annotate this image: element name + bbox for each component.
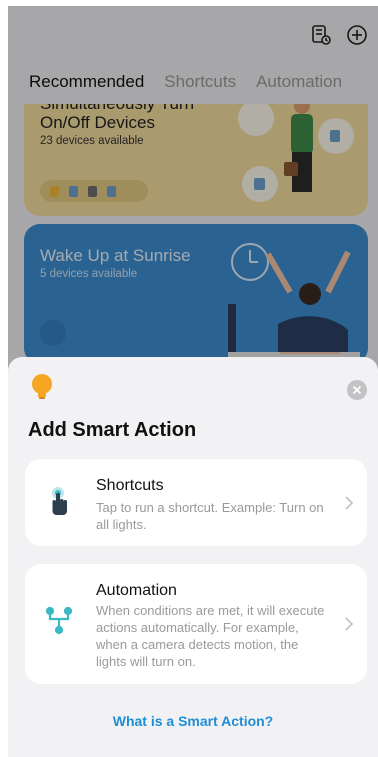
close-icon	[352, 385, 362, 395]
option-title: Shortcuts	[96, 477, 164, 494]
add-smart-action-sheet: Add Smart Action Shortcuts Tap to run a …	[8, 357, 378, 757]
chevron-right-icon	[345, 496, 354, 510]
tap-hand-icon	[52, 487, 67, 515]
what-is-smart-action-link[interactable]: What is a Smart Action?	[8, 713, 378, 729]
option-title: Automation	[96, 582, 177, 599]
sheet-title: Add Smart Action	[28, 419, 197, 441]
shortcuts-option[interactable]: Shortcuts Tap to run a shortcut. Example…	[25, 459, 367, 546]
flow-branch-icon	[45, 606, 73, 635]
option-description: When conditions are met, it will execute…	[96, 603, 325, 669]
chevron-right-icon	[345, 617, 354, 631]
lightbulb-icon	[30, 373, 54, 406]
automation-option[interactable]: Automation When conditions are met, it w…	[25, 564, 367, 684]
close-button[interactable]	[347, 380, 367, 400]
option-description: Tap to run a shortcut. Example: Turn on …	[96, 500, 324, 532]
